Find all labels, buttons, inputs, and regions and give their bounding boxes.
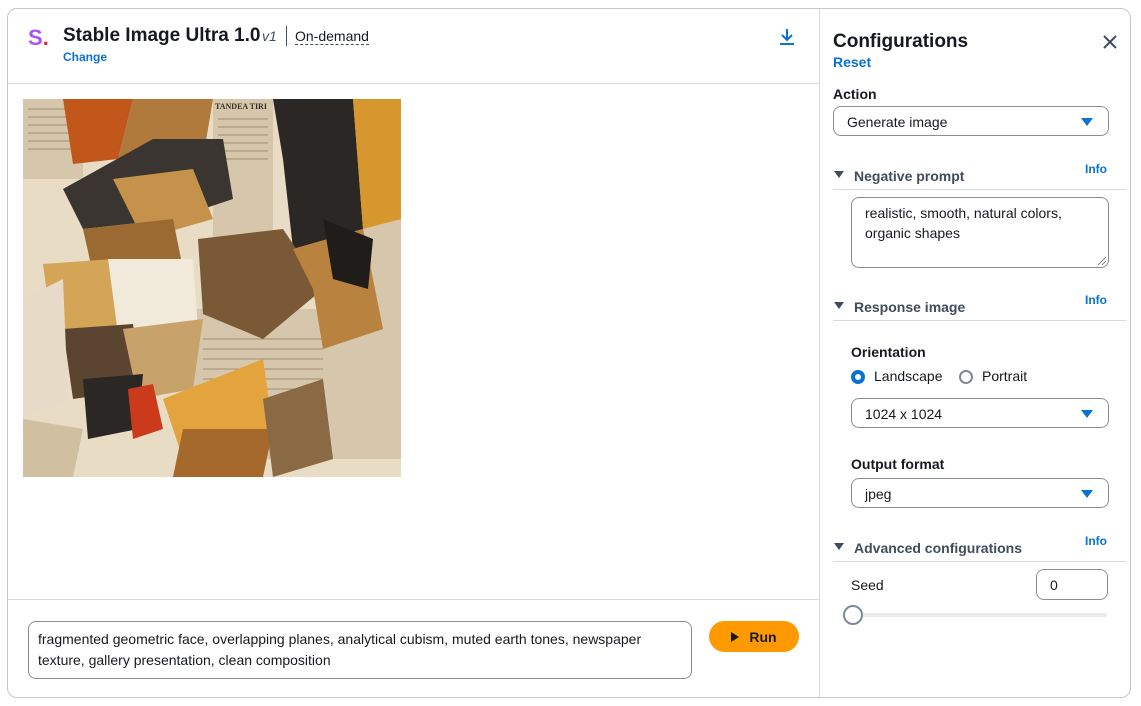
- configurations-title: Configurations: [833, 31, 969, 52]
- caret-down-icon: [1081, 490, 1093, 498]
- model-name: Stable Image Ultra 1.0: [63, 25, 261, 46]
- orientation-label: Orientation: [851, 344, 926, 360]
- generated-image: TANDEA TIRI: [23, 99, 401, 477]
- output-format-value: jpeg: [865, 486, 892, 502]
- header-divider: [286, 26, 287, 46]
- reset-link[interactable]: Reset: [833, 54, 871, 70]
- run-button[interactable]: Run: [709, 621, 799, 652]
- caret-down-icon: [1081, 410, 1093, 418]
- expand-caret-icon: [834, 171, 844, 178]
- negative-prompt-title: Negative prompt: [854, 168, 965, 184]
- download-icon[interactable]: [778, 27, 796, 47]
- model-version: v1: [262, 28, 277, 44]
- playground-panel: S. Stable Image Ultra 1.0 v1 On-demand C…: [8, 9, 819, 697]
- image-size-value: 1024 x 1024: [865, 406, 943, 422]
- app-frame: S. Stable Image Ultra 1.0 v1 On-demand C…: [7, 8, 1131, 698]
- model-header: S. Stable Image Ultra 1.0 v1 On-demand C…: [8, 9, 819, 84]
- advanced-configurations-section[interactable]: Advanced configurations: [833, 537, 1126, 562]
- output-format-select[interactable]: jpeg: [851, 478, 1109, 508]
- negative-prompt-info-link[interactable]: Info: [1085, 162, 1107, 176]
- output-format-label: Output format: [851, 456, 945, 472]
- advanced-configurations-title: Advanced configurations: [854, 540, 1023, 556]
- expand-caret-icon: [834, 543, 844, 550]
- seed-input[interactable]: 0: [1036, 569, 1108, 600]
- prompt-input[interactable]: fragmented geometric face, overlapping p…: [28, 621, 692, 679]
- image-size-select[interactable]: 1024 x 1024: [851, 398, 1109, 428]
- change-model-link[interactable]: Change: [63, 50, 107, 64]
- throughput-mode[interactable]: On-demand: [295, 28, 369, 45]
- prompt-area: fragmented geometric face, overlapping p…: [8, 599, 819, 697]
- action-label: Action: [833, 86, 877, 102]
- expand-caret-icon: [834, 302, 844, 309]
- seed-slider-thumb[interactable]: [843, 605, 863, 625]
- portrait-label[interactable]: Portrait: [982, 368, 1027, 384]
- play-icon: [731, 631, 740, 642]
- resize-handle[interactable]: [1098, 257, 1106, 265]
- advanced-configurations-info-link[interactable]: Info: [1085, 534, 1107, 548]
- landscape-radio[interactable]: [851, 370, 865, 384]
- run-label: Run: [749, 628, 777, 645]
- negative-prompt-section[interactable]: Negative prompt: [833, 165, 1126, 190]
- svg-text:TANDEA TIRI: TANDEA TIRI: [215, 102, 267, 111]
- response-image-title: Response image: [854, 299, 966, 315]
- landscape-label[interactable]: Landscape: [874, 368, 943, 384]
- seed-slider-track[interactable]: [853, 613, 1107, 617]
- portrait-radio[interactable]: [959, 370, 973, 384]
- action-select[interactable]: Generate image: [833, 106, 1109, 136]
- configurations-panel: Configurations Reset Action Generate ima…: [819, 9, 1130, 697]
- seed-label: Seed: [851, 577, 884, 593]
- negative-prompt-input[interactable]: realistic, smooth, natural colors, organ…: [851, 197, 1109, 268]
- response-image-section[interactable]: Response image: [833, 296, 1126, 321]
- caret-down-icon: [1081, 118, 1093, 126]
- response-image-info-link[interactable]: Info: [1085, 293, 1107, 307]
- stability-logo: S.: [28, 25, 49, 50]
- close-icon[interactable]: [1102, 34, 1118, 50]
- action-select-value: Generate image: [847, 114, 948, 130]
